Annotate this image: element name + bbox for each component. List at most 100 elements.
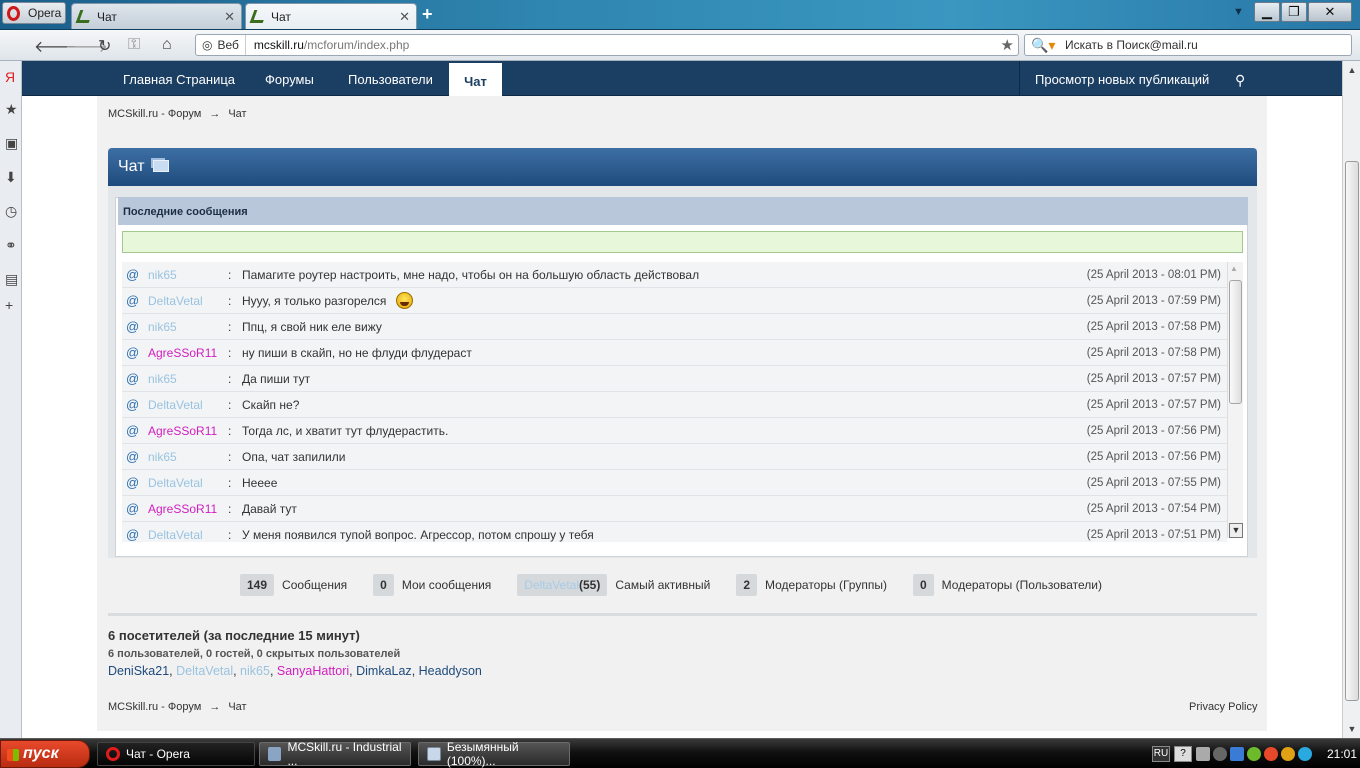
breadcrumb-current[interactable]: Чат <box>228 701 246 713</box>
tab-label: Чат <box>271 9 291 24</box>
visitor-separator: , <box>411 664 419 678</box>
network-icon[interactable] <box>1196 747 1210 761</box>
new-tab-icon[interactable]: + <box>422 4 433 25</box>
page-scrollbar[interactable]: ▲ ▼ <box>1342 61 1360 738</box>
message-author[interactable]: DeltaVetal <box>142 476 228 490</box>
address-security-badge[interactable]: ◎ Веб <box>196 35 246 55</box>
message-author[interactable]: AgreSSoR11 <box>142 424 228 438</box>
privacy-policy-link[interactable]: Privacy Policy <box>1189 701 1257 713</box>
visitor-link[interactable]: DeniSka21 <box>108 664 169 678</box>
message-author[interactable]: nik65 <box>142 450 228 464</box>
address-url[interactable]: mcskill.ru/mcforum/index.php <box>246 38 409 52</box>
language-indicator[interactable]: RU <box>1152 746 1170 762</box>
browser-tab-1[interactable]: Чат ✕ <box>71 3 242 29</box>
mention-icon[interactable]: @ <box>122 423 142 438</box>
shield-icon[interactable] <box>1247 747 1261 761</box>
scroll-up-icon[interactable]: ▲ <box>1230 264 1238 273</box>
mention-icon[interactable]: @ <box>122 293 142 308</box>
mention-icon[interactable]: @ <box>122 319 142 334</box>
close-window-button[interactable]: ✕ <box>1308 2 1352 22</box>
message-author[interactable]: DeltaVetal <box>142 294 228 308</box>
search-icon[interactable]: 🔍▾ <box>1031 37 1055 54</box>
visitor-link[interactable]: Headdyson <box>419 664 482 678</box>
chat-message-row: @ AgreSSoR11: ну пиши в скайп, но не флуди… <box>122 340 1227 366</box>
most-active-user[interactable]: DeltaVetal <box>524 578 579 592</box>
message-author[interactable]: AgreSSoR11 <box>142 346 228 360</box>
history-icon[interactable]: ◷ <box>5 203 17 220</box>
mention-icon[interactable]: @ <box>122 371 142 386</box>
taskbar-item-industrial[interactable]: MCSkill.ru - Industrial ... <box>259 740 411 768</box>
mention-icon[interactable]: @ <box>122 397 142 412</box>
minimize-button[interactable]: ▁ <box>1254 2 1280 22</box>
links-icon[interactable]: ⚭ <box>5 237 17 254</box>
message-author[interactable]: DeltaVetal <box>142 398 228 412</box>
reload-icon[interactable]: ↻ <box>98 36 111 56</box>
taskbar-item-opera[interactable]: Чат - Opera <box>97 742 255 766</box>
message-time: (25 April 2013 - 07:56 PM) <box>1086 450 1221 463</box>
start-button[interactable]: пуск <box>0 740 90 768</box>
taskbar-item-paint[interactable]: Безымянный (100%)... <box>418 740 570 768</box>
antivirus-icon[interactable] <box>1264 747 1278 761</box>
message-author[interactable]: nik65 <box>142 268 228 282</box>
mention-icon[interactable]: @ <box>122 267 142 282</box>
visitor-link[interactable]: DimkaLaz <box>356 664 412 678</box>
address-bar[interactable]: ◎ Веб mcskill.ru/mcforum/index.php ★ <box>195 34 1019 56</box>
close-tab-icon[interactable]: ✕ <box>399 9 410 25</box>
breadcrumb-current[interactable]: Чат <box>228 108 246 120</box>
message-author[interactable]: nik65 <box>142 372 228 386</box>
message-time: (25 April 2013 - 07:55 PM) <box>1086 476 1221 489</box>
tab-menu-chevron-icon[interactable]: ▼ <box>1233 6 1244 18</box>
bookmark-star-icon[interactable]: ★ <box>1001 36 1014 54</box>
monitor-icon[interactable] <box>1230 747 1244 761</box>
close-tab-icon[interactable]: ✕ <box>224 9 235 25</box>
mention-icon[interactable]: @ <box>122 501 142 516</box>
taskbar-item-label: Чат - Opera <box>126 747 190 761</box>
nav-new-content[interactable]: Просмотр новых публикаций <box>1035 61 1209 96</box>
help-icon[interactable]: ? <box>1174 746 1192 762</box>
maximize-button[interactable]: ❐ <box>1281 2 1307 22</box>
visitors-title: 6 посетителей (за последние 15 минут) <box>108 628 360 643</box>
browser-tab-2[interactable]: Чат ✕ <box>245 3 417 29</box>
scroll-down-icon[interactable]: ▼ <box>1229 523 1243 538</box>
message-author[interactable]: nik65 <box>142 320 228 334</box>
breadcrumb-root[interactable]: MCSkill.ru - Форум <box>108 108 201 120</box>
message-author[interactable]: AgreSSoR11 <box>142 502 228 516</box>
stat-count: 2 <box>736 574 758 596</box>
nav-chat[interactable]: Чат <box>449 61 502 96</box>
chat-message-input[interactable] <box>122 231 1243 253</box>
mail-icon[interactable]: ▣ <box>5 135 18 152</box>
downloads-icon[interactable]: ⬇ <box>5 169 17 186</box>
visitor-link[interactable]: DeltaVetal <box>176 664 233 678</box>
arrow-icon[interactable] <box>1213 747 1227 761</box>
paint-icon <box>427 747 441 761</box>
mention-icon[interactable]: @ <box>122 475 142 490</box>
scroll-up-icon[interactable]: ▲ <box>1345 63 1359 77</box>
breadcrumb-root[interactable]: MCSkill.ru - Форум <box>108 701 201 713</box>
location-pin-icon[interactable]: ⚲ <box>1235 61 1245 96</box>
stat-count: 0 <box>373 574 394 596</box>
yandex-icon[interactable]: Я <box>5 69 15 85</box>
search-field[interactable]: 🔍▾ Искать в Поиск@mail.ru <box>1024 34 1352 56</box>
scroll-down-icon[interactable]: ▼ <box>1345 722 1359 736</box>
nav-users[interactable]: Пользователи <box>348 61 433 96</box>
key-icon[interactable]: ⚿ <box>128 36 140 54</box>
message-time: (25 April 2013 - 07:59 PM) <box>1086 294 1221 307</box>
scrollbar-thumb[interactable] <box>1229 280 1242 404</box>
mention-icon[interactable]: @ <box>122 345 142 360</box>
messenger-icon[interactable] <box>1298 747 1312 761</box>
visitor-link[interactable]: SanyaHattori <box>277 664 349 678</box>
update-icon[interactable] <box>1281 747 1295 761</box>
add-panel-icon[interactable]: + <box>5 297 13 313</box>
home-icon[interactable]: ⌂ <box>162 36 172 54</box>
opera-menu-button[interactable]: Opera <box>2 2 66 24</box>
nav-forums[interactable]: Форумы <box>265 61 314 96</box>
scrollbar-thumb[interactable] <box>1345 161 1359 701</box>
mention-icon[interactable]: @ <box>122 449 142 464</box>
mention-icon[interactable]: @ <box>122 527 142 542</box>
message-list-scrollbar[interactable]: ▲ ▼ <box>1227 262 1243 538</box>
nav-home[interactable]: Главная Страница <box>123 61 235 96</box>
message-author[interactable]: DeltaVetal <box>142 528 228 542</box>
visitor-link[interactable]: nik65 <box>240 664 270 678</box>
notes-icon[interactable]: ▤ <box>5 271 18 288</box>
bookmarks-star-icon[interactable]: ★ <box>5 101 18 118</box>
